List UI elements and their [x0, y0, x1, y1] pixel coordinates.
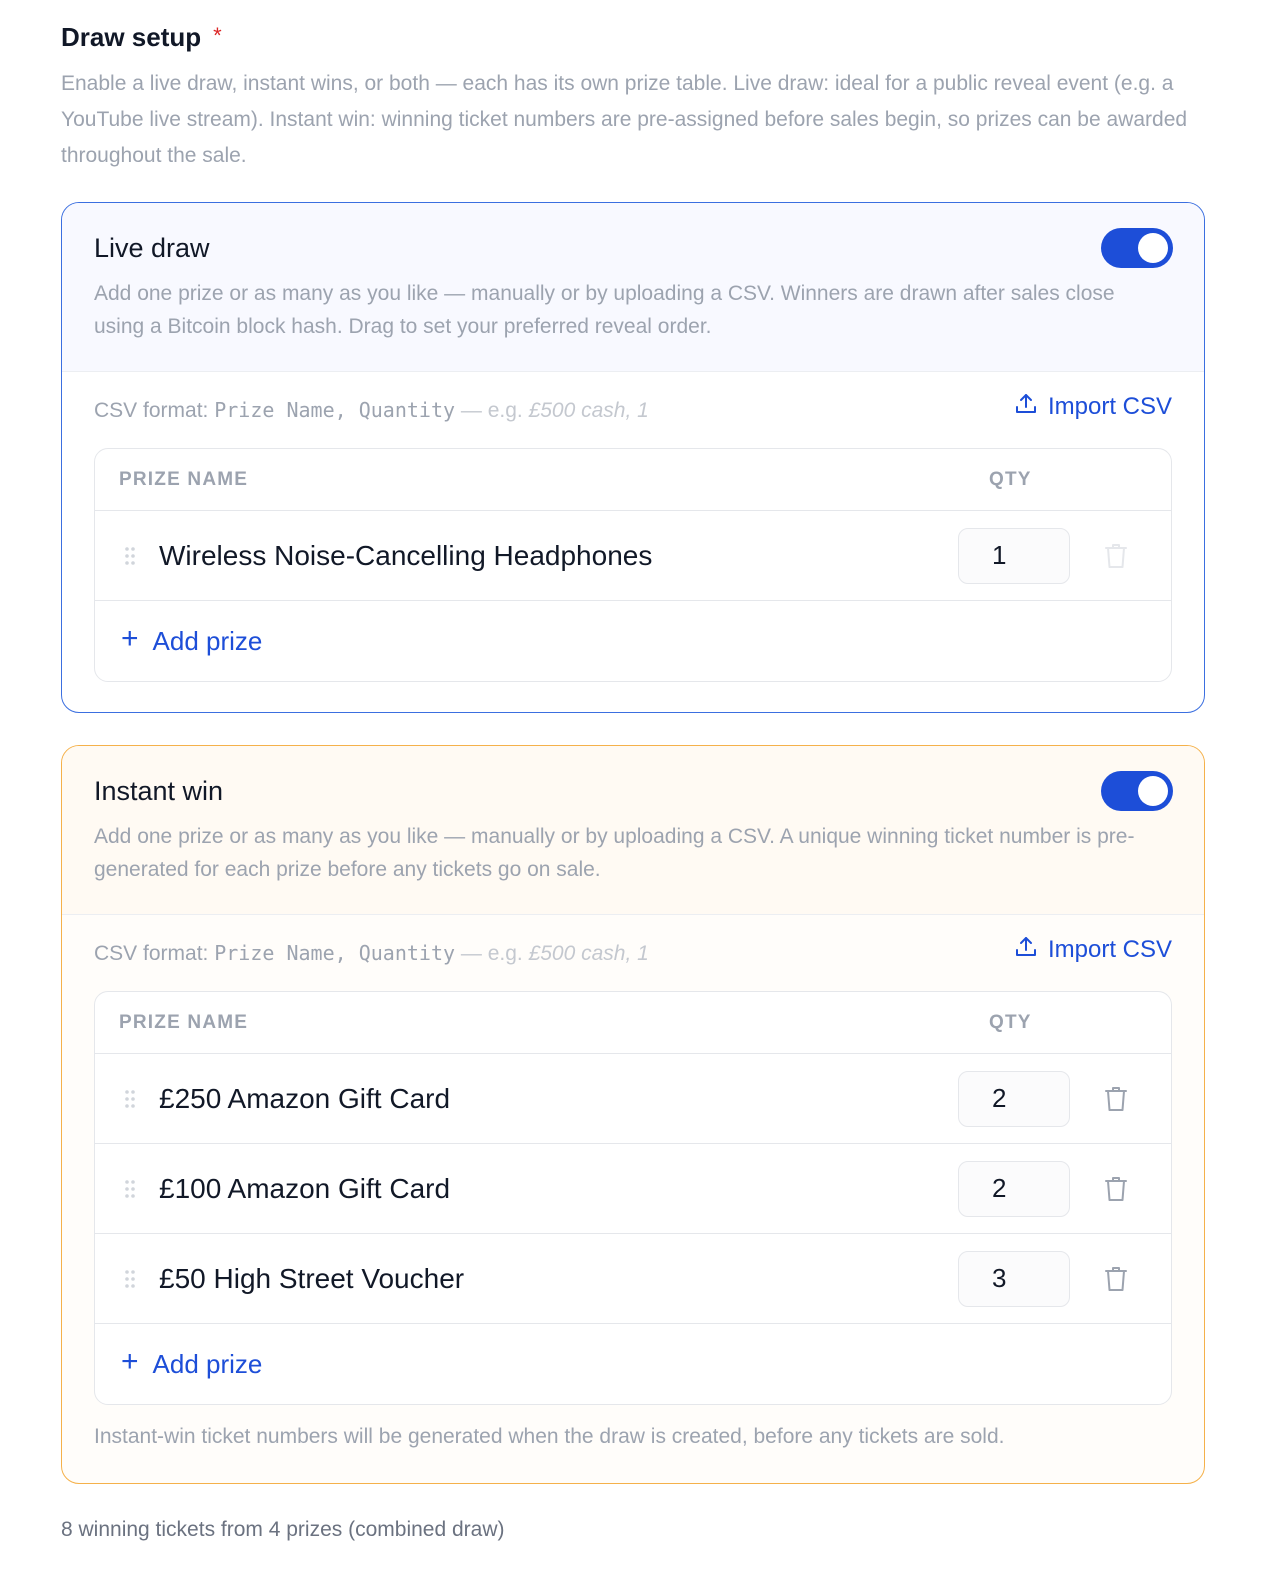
- live-draw-description: Add one prize or as many as you like — m…: [94, 282, 1115, 338]
- import-csv-label: Import CSV: [1047, 936, 1172, 963]
- column-qty: QTY: [989, 468, 1032, 490]
- trash-icon[interactable]: [1104, 1175, 1128, 1203]
- qty-input[interactable]: 2: [958, 1070, 1070, 1127]
- page-title: Draw setup: [61, 21, 202, 52]
- csv-format: Prize Name, Quantity: [214, 940, 456, 965]
- add-prize-button[interactable]: + Add prize: [95, 1324, 1171, 1404]
- add-prize-button[interactable]: + Add prize: [95, 601, 1171, 681]
- add-prize-label: Add prize: [152, 625, 263, 656]
- prize-name[interactable]: £50 High Street Voucher: [159, 1263, 958, 1295]
- trash-icon[interactable]: [1104, 542, 1128, 570]
- csv-prefix: CSV format:: [94, 398, 215, 422]
- qty-input[interactable]: 3: [958, 1250, 1070, 1307]
- trash-icon[interactable]: [1104, 1085, 1128, 1113]
- instant-win-description: Add one prize or as many as you like — m…: [94, 825, 1135, 881]
- winning-tickets-summary: 8 winning tickets from 4 prizes (combine…: [61, 1518, 505, 1541]
- plus-icon: +: [121, 1345, 139, 1378]
- instant-win-title: Instant win: [94, 776, 224, 806]
- toggle-knob: [1138, 233, 1168, 263]
- csv-format-hint: CSV format: Prize Name, Quantity — e.g. …: [94, 398, 649, 423]
- live-draw-title: Live draw: [94, 233, 210, 263]
- import-csv-button[interactable]: Import CSV: [1014, 935, 1172, 966]
- column-prize-name: PRIZE NAME: [119, 1011, 249, 1033]
- draw-setup-header: Draw setup * Enable a live draw, instant…: [61, 20, 1201, 174]
- instant-prize-table: PRIZE NAME QTY £250 Amazon Gift Card 2 £…: [94, 991, 1172, 1405]
- csv-example: £500 cash, 1: [528, 941, 649, 965]
- table-row: Wireless Noise-Cancelling Headphones 1: [95, 511, 1171, 601]
- required-indicator: *: [213, 23, 222, 48]
- import-csv-button[interactable]: Import CSV: [1014, 392, 1172, 423]
- drag-handle-icon[interactable]: [95, 1178, 159, 1200]
- drag-handle-icon[interactable]: [95, 1088, 159, 1110]
- instant-win-footnote: Instant-win ticket numbers will be gener…: [94, 1425, 1005, 1448]
- csv-format: Prize Name, Quantity: [214, 397, 456, 422]
- drag-handle-icon[interactable]: [95, 1268, 159, 1290]
- live-draw-toggle[interactable]: [1101, 228, 1173, 268]
- table-row: £50 High Street Voucher 3: [95, 1234, 1171, 1324]
- import-csv-label: Import CSV: [1047, 393, 1172, 420]
- toggle-knob: [1138, 776, 1168, 806]
- csv-row: CSV format: Prize Name, Quantity — e.g. …: [94, 915, 1172, 991]
- csv-format-hint: CSV format: Prize Name, Quantity — e.g. …: [94, 941, 649, 966]
- live-draw-card: Live draw Add one prize or as many as yo…: [61, 202, 1205, 713]
- qty-input[interactable]: 2: [958, 1160, 1070, 1217]
- plus-icon: +: [121, 622, 139, 655]
- table-row: £250 Amazon Gift Card 2: [95, 1054, 1171, 1144]
- draw-setup-description: Enable a live draw, instant wins, or bot…: [61, 72, 1188, 167]
- prize-name[interactable]: £250 Amazon Gift Card: [159, 1083, 958, 1115]
- instant-win-toggle[interactable]: [1101, 771, 1173, 811]
- upload-icon: [1014, 392, 1038, 423]
- prize-name[interactable]: Wireless Noise-Cancelling Headphones: [159, 540, 958, 572]
- csv-eg: — e.g.: [455, 941, 529, 965]
- csv-row: CSV format: Prize Name, Quantity — e.g. …: [94, 372, 1172, 448]
- instant-win-card: Instant win Add one prize or as many as …: [61, 745, 1205, 1484]
- prize-name[interactable]: £100 Amazon Gift Card: [159, 1173, 958, 1205]
- column-prize-name: PRIZE NAME: [119, 468, 249, 490]
- table-row: £100 Amazon Gift Card 2: [95, 1144, 1171, 1234]
- csv-eg: — e.g.: [455, 398, 529, 422]
- trash-icon[interactable]: [1104, 1265, 1128, 1293]
- qty-input[interactable]: 1: [958, 527, 1070, 584]
- table-header: PRIZE NAME QTY: [95, 449, 1171, 511]
- upload-icon: [1014, 935, 1038, 966]
- table-header: PRIZE NAME QTY: [95, 992, 1171, 1054]
- instant-win-header: Instant win Add one prize or as many as …: [62, 746, 1204, 914]
- csv-prefix: CSV format:: [94, 941, 215, 965]
- live-draw-header: Live draw Add one prize or as many as yo…: [62, 203, 1204, 371]
- live-prize-table: PRIZE NAME QTY Wireless Noise-Cancelling…: [94, 448, 1172, 682]
- live-draw-body: CSV format: Prize Name, Quantity — e.g. …: [62, 371, 1204, 682]
- column-qty: QTY: [989, 1011, 1032, 1033]
- csv-example: £500 cash, 1: [528, 398, 649, 422]
- drag-handle-icon[interactable]: [95, 545, 159, 567]
- instant-win-body: CSV format: Prize Name, Quantity — e.g. …: [62, 914, 1204, 1449]
- add-prize-label: Add prize: [152, 1348, 263, 1379]
